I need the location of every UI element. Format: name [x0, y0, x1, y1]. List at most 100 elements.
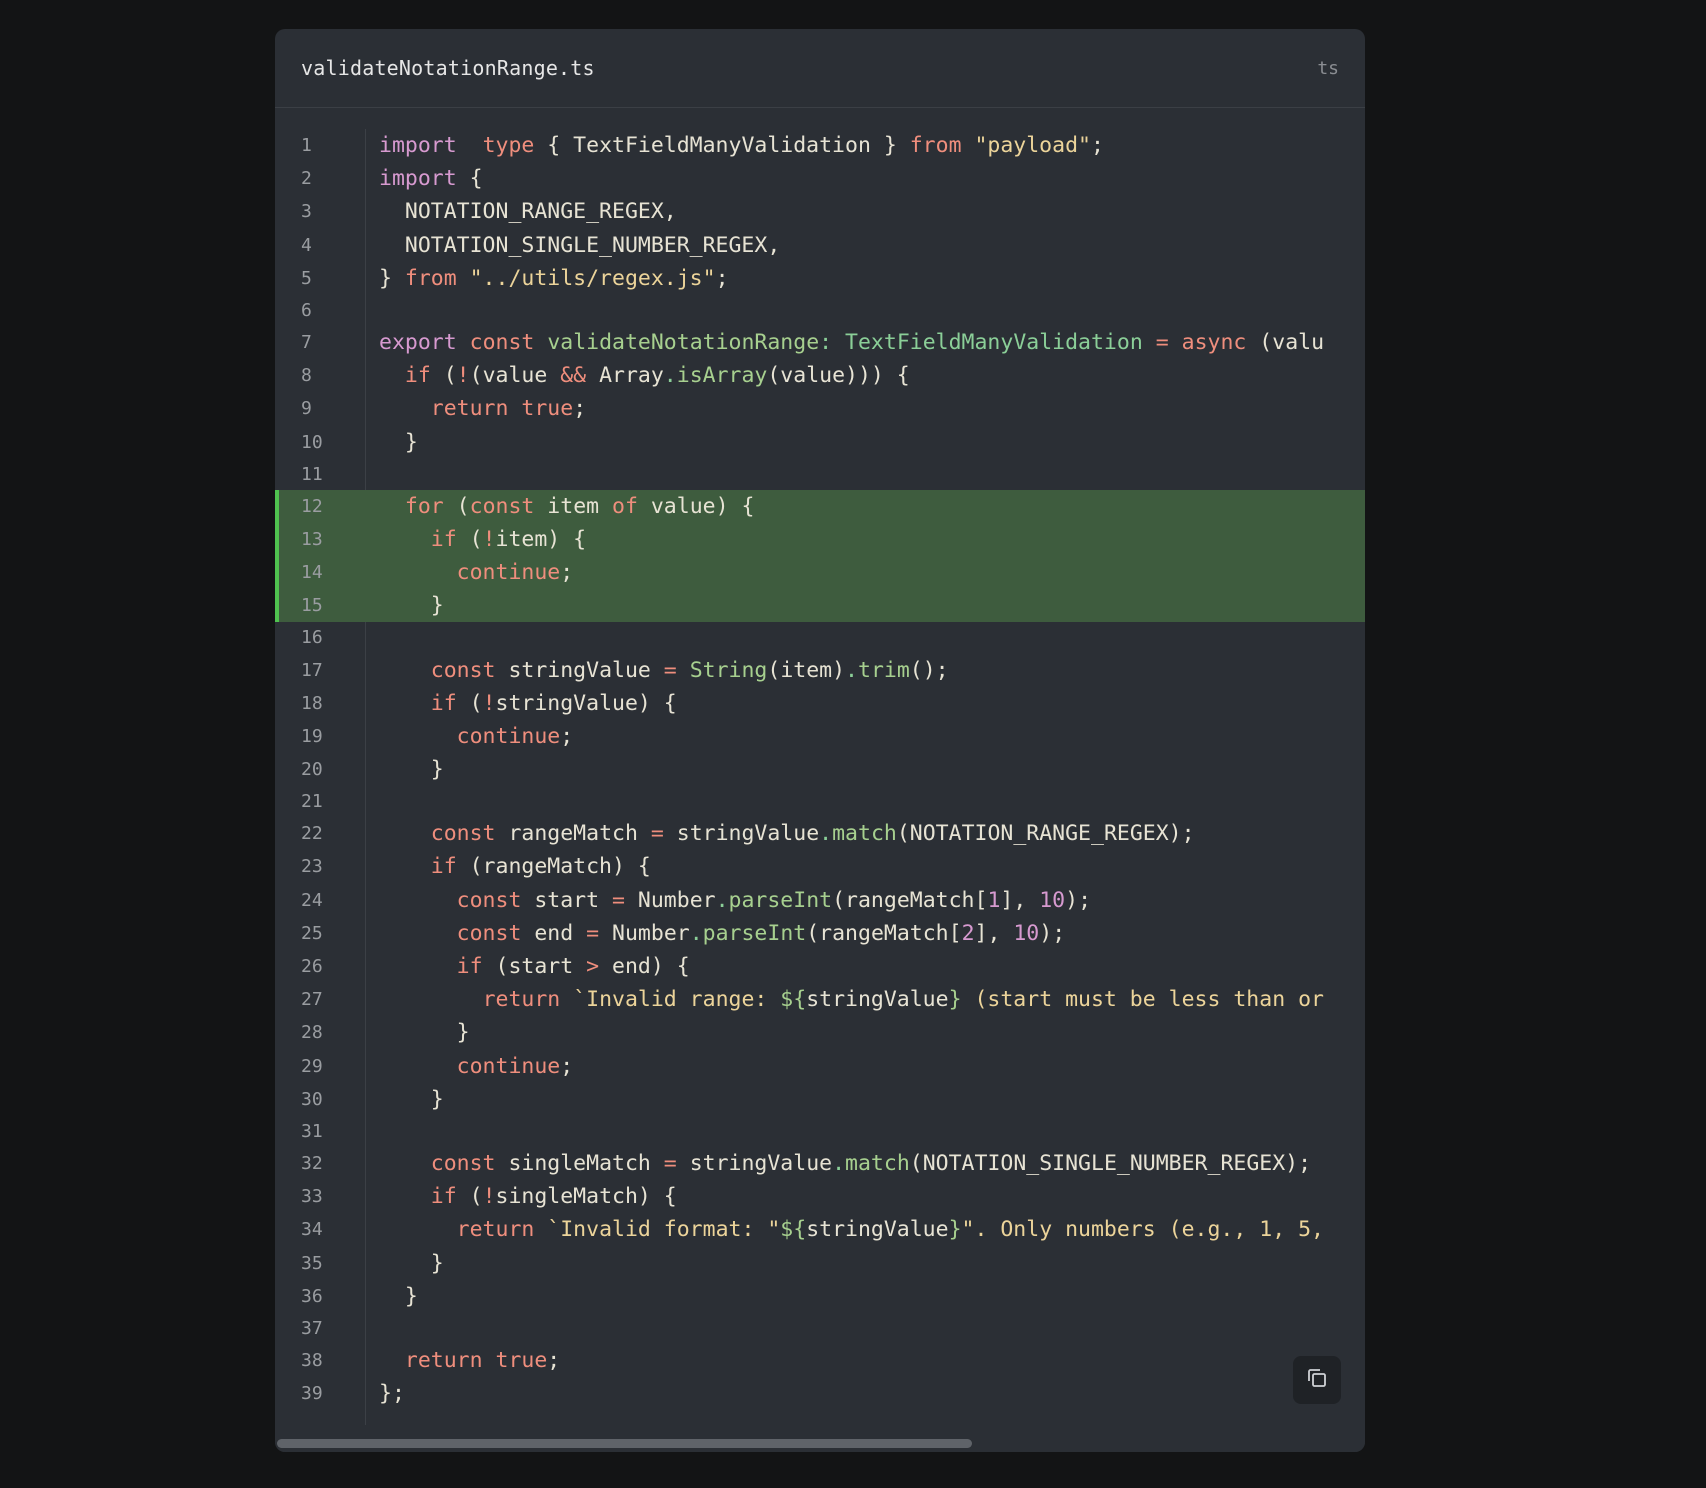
line-number: 13 — [301, 528, 323, 550]
code-token: end) { — [599, 954, 690, 980]
code-line: 28 } — [275, 1016, 1365, 1049]
code-line: 33 if (!singleMatch) { — [275, 1180, 1365, 1213]
code-text: NOTATION_RANGE_REGEX, — [379, 199, 677, 224]
code-text: export const validateNotationRange: Text… — [379, 330, 1324, 355]
line-number: 5 — [301, 267, 312, 289]
code-token: ], — [974, 920, 1014, 946]
code-token: ! — [482, 690, 496, 716]
code-token: ; — [573, 396, 587, 422]
line-number: 28 — [301, 1022, 323, 1044]
code-token: . — [832, 1150, 846, 1176]
code-token: if — [430, 854, 457, 880]
code-text: const start = Number.parseInt(rangeMatch… — [379, 888, 1091, 913]
code-token: value) { — [637, 493, 755, 519]
line-number: 22 — [301, 823, 323, 845]
code-line: 16 — [275, 622, 1365, 653]
copy-button[interactable] — [1293, 1356, 1341, 1404]
code-text: if (rangeMatch) { — [379, 854, 651, 879]
code-line: 38 return true; — [275, 1344, 1365, 1377]
code-token: (NOTATION_SINGLE_NUMBER_REGEX); — [909, 1150, 1312, 1176]
code-text: NOTATION_SINGLE_NUMBER_REGEX, — [379, 233, 780, 258]
line-number: 9 — [301, 398, 312, 420]
code-text: } — [379, 1251, 444, 1276]
code-token: end — [521, 920, 587, 946]
code-token: from — [404, 265, 457, 291]
code-token: trim — [858, 657, 910, 683]
code-token: ( — [456, 526, 483, 552]
language-label: ts — [1317, 57, 1339, 79]
code-token: = — [586, 920, 600, 946]
code-line: 23 if (rangeMatch) { — [275, 850, 1365, 883]
line-number: 38 — [301, 1349, 323, 1371]
code-token: true — [495, 1347, 548, 1373]
horizontal-scrollbar[interactable] — [275, 1436, 1365, 1452]
code-token: stringValue) { — [495, 690, 677, 716]
code-token: . — [819, 821, 833, 847]
code-token: = — [650, 821, 664, 847]
code-line: 37 — [275, 1313, 1365, 1344]
code-token: NOTATION_RANGE_REGEX, — [379, 199, 677, 225]
line-number: 29 — [301, 1055, 323, 1077]
line-number: 33 — [301, 1186, 323, 1208]
code-text: const rangeMatch = stringValue.match(NOT… — [379, 821, 1195, 846]
code-text: const singleMatch = stringValue.match(NO… — [379, 1151, 1311, 1176]
code-token: ); — [1039, 920, 1066, 946]
code-token: match — [832, 821, 897, 847]
code-line: 20 } — [275, 753, 1365, 786]
code-text: if (!stringValue) { — [379, 691, 677, 716]
code-token: stringValue — [676, 1150, 833, 1176]
code-token: ". Only numbers (e.g., 1, 5, — [961, 1217, 1324, 1243]
code-token: ; — [547, 1347, 561, 1373]
code-text: return true; — [379, 1348, 560, 1373]
code-header: validateNotationRange.ts ts — [275, 29, 1365, 108]
line-number: 17 — [301, 659, 323, 681]
highlighted-code-line: 14 continue; — [275, 556, 1365, 590]
line-number: 3 — [301, 201, 312, 223]
code-token: ${ — [780, 1217, 807, 1243]
code-token: > — [586, 954, 600, 980]
line-number: 7 — [301, 332, 312, 354]
code-token: export — [379, 330, 457, 356]
code-token: ( — [456, 1184, 483, 1210]
file-name: validateNotationRange.ts — [301, 56, 595, 80]
code-content[interactable]: 1 import type { TextFieldManyValidation }… — [275, 108, 1365, 1429]
code-text: const end = Number.parseInt(rangeMatch[2… — [379, 921, 1065, 946]
code-token: singleMatch — [495, 1150, 664, 1176]
code-token: (valu — [1246, 330, 1325, 356]
code-token: if — [430, 690, 457, 716]
code-token: } — [948, 987, 962, 1013]
code-text: continue; — [379, 723, 574, 749]
code-line: 10 } — [275, 426, 1365, 459]
line-number: 1 — [301, 135, 312, 157]
code-text: if (!singleMatch) { — [379, 1184, 677, 1209]
code-token: String — [689, 657, 768, 683]
line-number: 2 — [301, 168, 312, 190]
line-number: 21 — [301, 791, 323, 813]
code-token: Number — [624, 887, 716, 913]
code-token: { — [456, 166, 483, 192]
code-token: (rangeMatch) { — [456, 854, 651, 880]
code-token: from — [909, 133, 962, 159]
code-token: (rangeMatch[ — [832, 887, 988, 913]
code-token: ! — [456, 363, 470, 389]
code-token: if — [456, 954, 483, 980]
code-token: ; — [560, 723, 574, 749]
code-text: return `Invalid format: "${stringValue}"… — [379, 1217, 1324, 1242]
code-token: item) { — [495, 526, 587, 552]
code-token: ${ — [780, 987, 807, 1013]
copy-icon — [1305, 1366, 1329, 1395]
code-token: ! — [482, 526, 496, 552]
code-line: 1 import type { TextFieldManyValidation }… — [275, 129, 1365, 162]
code-line: 25 const end = Number.parseInt(rangeMatc… — [275, 917, 1365, 950]
scrollbar-thumb[interactable] — [277, 1439, 972, 1448]
line-number: 19 — [301, 725, 323, 747]
code-token: import — [379, 133, 457, 159]
code-token: import — [379, 166, 457, 192]
code-token: item — [534, 493, 613, 519]
